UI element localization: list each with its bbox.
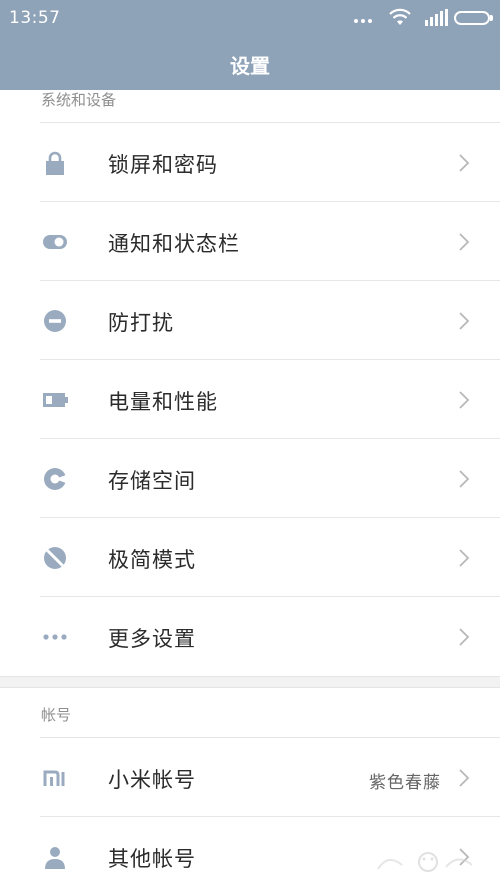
watermark-logo <box>377 852 473 872</box>
item-label: 存储空间 <box>108 469 196 493</box>
settings-item-more-settings[interactable]: 更多设置 <box>0 597 500 676</box>
status-time: 13:57 <box>9 8 61 28</box>
settings-item-battery[interactable]: 电量和性能 <box>0 360 500 439</box>
battery-status-icon <box>454 11 493 25</box>
item-label: 其他帐号 <box>108 847 196 871</box>
battery-icon <box>43 393 68 407</box>
chevron-right-icon <box>459 154 470 172</box>
chevron-right-icon <box>459 549 470 567</box>
more-dots-icon <box>43 634 67 640</box>
chevron-right-icon <box>459 628 470 646</box>
chevron-right-icon <box>459 769 470 787</box>
item-label: 电量和性能 <box>108 390 218 414</box>
item-label: 极简模式 <box>108 548 196 572</box>
more-dots-status-icon <box>354 19 372 23</box>
chevron-right-icon <box>459 312 470 330</box>
mi-logo-icon <box>43 770 65 786</box>
signal-icon <box>425 9 448 26</box>
toggle-icon <box>43 235 67 249</box>
settings-item-notifications[interactable]: 通知和状态栏 <box>0 202 500 281</box>
item-label: 小米帐号 <box>108 768 196 792</box>
item-label: 锁屏和密码 <box>108 153 218 177</box>
section-separator <box>0 676 500 688</box>
chevron-right-icon <box>459 470 470 488</box>
settings-item-storage[interactable]: 存储空间 <box>0 439 500 518</box>
account-name-value: 紫色春藤 <box>369 773 441 793</box>
item-label: 防打扰 <box>108 311 174 335</box>
settings-item-minimal-mode[interactable]: 极简模式 <box>0 518 500 597</box>
section-label-account: 帐号 <box>41 706 72 724</box>
storage-pie-icon <box>44 468 66 490</box>
lock-icon <box>46 151 64 175</box>
page-title: 设置 <box>230 54 270 78</box>
chevron-right-icon <box>459 233 470 251</box>
item-label: 更多设置 <box>108 627 196 651</box>
settings-screen: 13:57 设置 系统和设备 锁屏和密码 通知和状态栏 防打扰 电量和性能 存储… <box>0 0 500 889</box>
person-icon <box>45 847 65 869</box>
settings-item-lock-screen[interactable]: 锁屏和密码 <box>0 123 500 202</box>
app-header: 13:57 设置 <box>0 0 500 90</box>
settings-item-do-not-disturb[interactable]: 防打扰 <box>0 281 500 360</box>
wifi-icon <box>389 8 411 25</box>
settings-item-mi-account[interactable]: 小米帐号 紫色春藤 <box>0 738 500 817</box>
chevron-right-icon <box>459 391 470 409</box>
minimal-mode-icon <box>44 547 66 569</box>
section-label-system: 系统和设备 <box>41 91 117 109</box>
do-not-disturb-icon <box>44 310 66 332</box>
item-label: 通知和状态栏 <box>108 232 240 256</box>
